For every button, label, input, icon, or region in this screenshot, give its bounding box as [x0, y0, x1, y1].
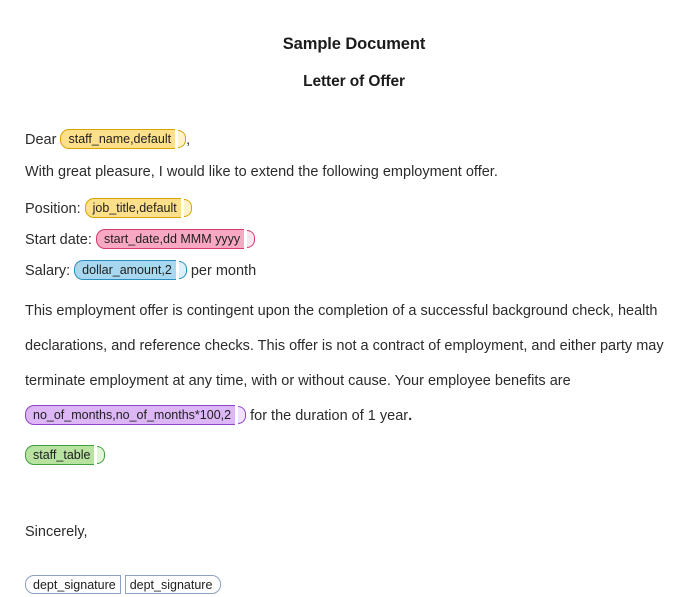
merge-field-staff-name[interactable]: staff_name,default [60, 126, 187, 150]
terms-text-after: for the duration of 1 year [246, 408, 409, 424]
merge-field-label: job_title,default [84, 198, 181, 218]
merge-field-close-cap-icon [238, 406, 247, 424]
document-title: Sample Document [282, 35, 426, 53]
salary-line: Salary: dollar_amount,2 per month [25, 257, 683, 281]
salutation-prefix: Dear [25, 132, 61, 148]
merge-field-label: start_date,dd MMM yyyy [95, 229, 245, 249]
merge-field-dept-signature-open[interactable]: dept_signature [25, 575, 121, 594]
merge-field-label: dollar_amount,2 [74, 260, 176, 280]
document-subtitle: Letter of Offer [303, 73, 405, 90]
salary-label: Salary: [25, 263, 75, 279]
merge-field-label: no_of_months,no_of_months*100,2 [25, 405, 236, 425]
document-page: Sample Document Letter of Offer Dear sta… [0, 0, 695, 597]
terms-period: . [408, 408, 413, 424]
signature-field-row: dept_signature dept_signature [25, 575, 683, 594]
merge-field-label: staff_name,default [60, 129, 176, 149]
staff-table-line: staff_table [25, 442, 683, 466]
position-line: Position: job_title,default [25, 195, 683, 219]
merge-field-job-title[interactable]: job_title,default [84, 195, 192, 219]
merge-field-close-cap-icon [178, 261, 187, 279]
salary-after: per month [186, 263, 257, 279]
sincerely-line: Sincerely, [25, 524, 88, 540]
merge-field-close-cap-icon [178, 130, 187, 148]
terms-paragraph: This employment offer is contingent upon… [25, 294, 683, 434]
salutation-line: Dear staff_name,default, [25, 126, 683, 150]
merge-field-dollar-amount[interactable]: dollar_amount,2 [74, 257, 187, 281]
merge-field-close-cap-icon [183, 199, 192, 217]
vertical-spacer [25, 479, 683, 523]
start-date-label: Start date: [25, 232, 96, 248]
document-body: Dear staff_name,default, With great plea… [25, 92, 683, 594]
salutation-suffix: , [186, 132, 191, 148]
merge-field-dept-signature-close[interactable]: dept_signature [124, 575, 222, 594]
merge-field-label: staff_table [25, 445, 95, 465]
merge-field-start-date[interactable]: start_date,dd MMM yyyy [95, 226, 256, 250]
merge-field-no-of-months[interactable]: no_of_months,no_of_months*100,2 [25, 402, 247, 426]
start-date-line: Start date: start_date,dd MMM yyyy [25, 226, 683, 250]
merge-field-close-cap-icon [97, 446, 106, 464]
intro-paragraph: With great pleasure, I would like to ext… [25, 164, 498, 180]
position-label: Position: [25, 201, 85, 217]
terms-text-before: This employment offer is contingent upon… [25, 303, 664, 389]
vertical-spacer [25, 555, 683, 575]
merge-field-staff-table[interactable]: staff_table [25, 442, 106, 466]
merge-field-close-cap-icon [247, 230, 256, 248]
